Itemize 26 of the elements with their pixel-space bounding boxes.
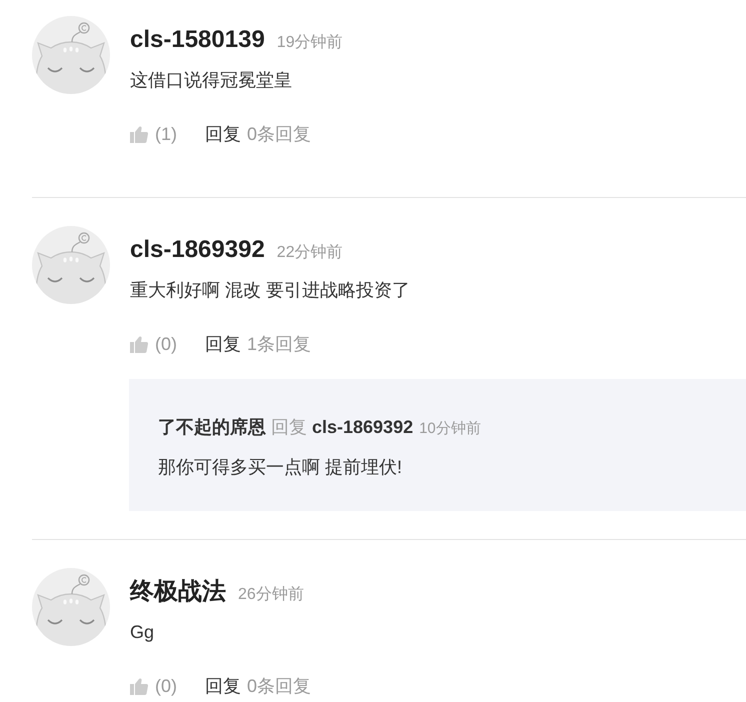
reply-verb: 回复 <box>271 416 307 439</box>
reply-button[interactable]: 回复 <box>205 122 241 146</box>
timestamp: 26分钟前 <box>238 585 304 605</box>
thumbs-up-icon <box>130 678 148 694</box>
avatar-icon <box>32 226 110 304</box>
reply-button[interactable]: 回复 <box>205 674 241 698</box>
timestamp: 19分钟前 <box>276 33 343 53</box>
thumbs-up-icon <box>130 336 148 352</box>
comment-text: Gg <box>130 621 156 644</box>
comment-text: 这借口说得冠冕堂皇 <box>130 69 293 92</box>
thumbs-up-icon <box>130 126 148 142</box>
comment-text: 重大利好啊 混改 要引进战略投资了 <box>130 279 412 302</box>
reply-author: 了不起的席恩 <box>158 416 266 439</box>
username: cls-1869392 <box>130 236 265 264</box>
avatar-icon <box>32 568 110 646</box>
avatar-icon <box>32 16 110 94</box>
reply-count: 0条回复 <box>247 675 312 698</box>
username: cls-1580139 <box>130 26 265 54</box>
reply-count: 0条回复 <box>247 123 312 146</box>
reply-target: cls-1869392 <box>312 416 414 439</box>
reply-text: 那你可得多买一点啊 提前埋伏! <box>158 456 404 479</box>
timestamp: 22分钟前 <box>276 243 343 263</box>
reply-count: 1条回复 <box>247 333 312 356</box>
username: 终极战法 <box>130 578 226 606</box>
reply-button[interactable]: 回复 <box>205 332 241 356</box>
timestamp: 10分钟前 <box>419 419 481 439</box>
